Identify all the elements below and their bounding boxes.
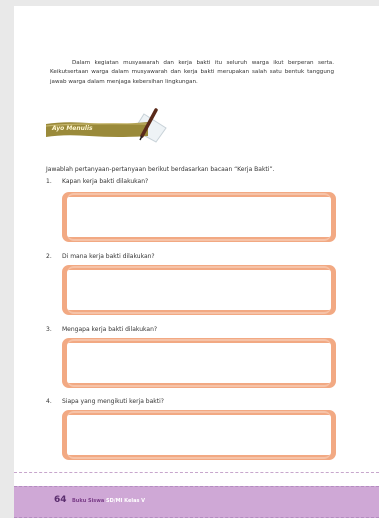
answer-box-1[interactable]: [62, 192, 336, 242]
question-text: Di mana kerja bakti dilakukan?: [62, 253, 155, 260]
ayo-menulis-badge: Ayo Menulis: [44, 108, 174, 144]
question-number: 1.: [46, 178, 52, 185]
answer-box-4[interactable]: [62, 410, 336, 460]
question-text: Mengapa kerja bakti dilakukan?: [62, 326, 158, 333]
answer-box-3[interactable]: [62, 338, 336, 388]
footer-divider: [14, 472, 379, 473]
question-3: 3. Mengapa kerja bakti dilakukan?: [46, 326, 157, 333]
instruction-text: Jawablah pertanyaan-pertanyaan berikut b…: [46, 166, 275, 173]
answer-box-2[interactable]: [62, 265, 336, 315]
question-text: Siapa yang mengikuti kerja bakti?: [62, 398, 164, 405]
badge-label: Ayo Menulis: [52, 125, 93, 132]
question-4: 4. Siapa yang mengikuti kerja bakti?: [46, 398, 164, 405]
question-2: 2. Di mana kerja bakti dilakukan?: [46, 253, 155, 260]
book-title-prefix: Buku Siswa: [72, 498, 105, 504]
page-footer: 64 Buku Siswa SD/MI Kelas V: [14, 486, 379, 518]
question-number: 4.: [46, 398, 52, 405]
question-number: 2.: [46, 253, 52, 260]
question-text: Kapan kerja bakti dilakukan?: [62, 178, 149, 185]
question-number: 3.: [46, 326, 52, 333]
intro-paragraph: Dalam kegiatan musyawarah dan kerja bakt…: [50, 59, 334, 85]
book-title: Buku Siswa SD/MI Kelas V: [72, 498, 145, 504]
book-title-suffix: SD/MI Kelas V: [106, 498, 146, 504]
question-1: 1. Kapan kerja bakti dilakukan?: [46, 178, 148, 185]
page-number: 64: [54, 495, 67, 505]
